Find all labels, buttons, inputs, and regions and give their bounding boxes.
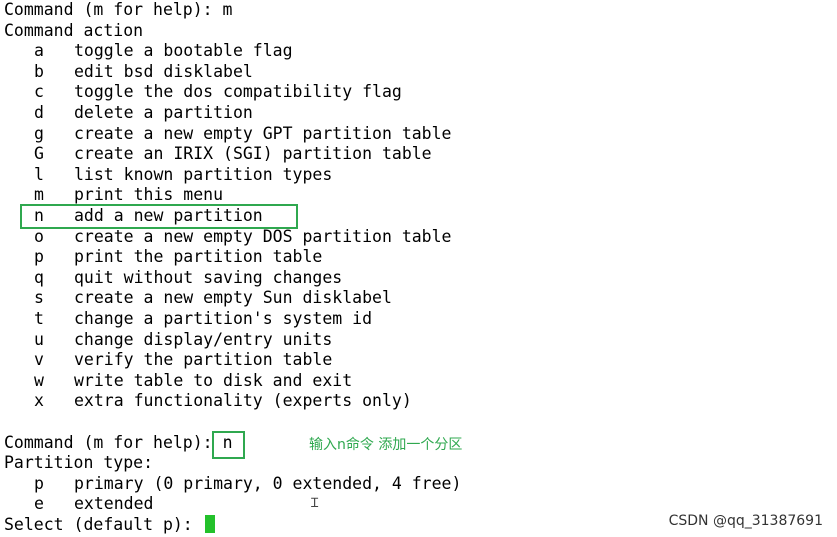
menu-key: x (34, 391, 44, 411)
text-cursor[interactable] (204, 515, 215, 533)
menu-item-w: w write table to disk and exit (4, 371, 352, 392)
menu-item-d: d delete a partition (4, 103, 253, 124)
watermark: CSDN @qq_31387691 (668, 513, 823, 529)
mouse-ibeam-cursor-icon: Ɪ (311, 496, 319, 511)
menu-item-s: s create a new empty Sun disklabel (4, 288, 392, 309)
menu-item-q: q quit without saving changes (4, 268, 342, 289)
menu-key: a (34, 41, 44, 61)
highlight-box-input-n (212, 431, 245, 459)
menu-key: t (34, 309, 44, 328)
menu-item-x: x extra functionality (experts only) (4, 391, 412, 412)
menu-item-G: Gcreate an IRIX (SGI) partition table (4, 144, 432, 165)
prompt-prefix: Command (m for help): (4, 432, 213, 452)
menu-key: v (34, 350, 44, 370)
menu-desc: create a new empty GPT partition table (74, 123, 452, 143)
menu-desc: change display/entry units (74, 329, 333, 349)
option-key: p (34, 473, 44, 493)
menu-desc: list known partition types (74, 164, 333, 184)
menu-item-p: p print the partition table (4, 247, 322, 268)
section-title: Command action (4, 20, 144, 40)
menu-key: m (34, 185, 44, 205)
menu-desc: edit bsd disklabel (74, 61, 253, 81)
menu-key: u (34, 329, 44, 349)
menu-desc: print this menu (74, 185, 224, 205)
menu-key: o (34, 226, 44, 246)
menu-item-t: t change a partition's system id (4, 309, 372, 330)
menu-desc: toggle the dos compatibility flag (74, 82, 402, 102)
menu-desc: toggle a bootable flag (74, 41, 293, 61)
prompt-line-2: Command (m for help): n (4, 433, 233, 454)
menu-item-o: o create a new empty DOS partition table (4, 227, 452, 248)
menu-item-g: g create a new empty GPT partition table (4, 124, 452, 145)
menu-item-c: c toggle the dos compatibility flag (4, 82, 402, 103)
menu-desc: write table to disk and exit (74, 370, 353, 390)
menu-desc: delete a partition (74, 103, 253, 122)
menu-key: G (34, 144, 44, 164)
menu-item-v: v verify the partition table (4, 350, 332, 371)
menu-key: p (34, 247, 44, 267)
highlight-box-menu-n (20, 204, 298, 229)
menu-key: b (34, 61, 44, 81)
menu-desc: create a new empty Sun disklabel (74, 288, 392, 308)
menu-item-m: m print this menu (4, 185, 223, 206)
menu-key: q (34, 267, 44, 287)
menu-desc: create an IRIX (SGI) partition table (74, 144, 432, 164)
menu-desc: quit without saving changes (74, 267, 343, 287)
menu-desc: change a partition's system id (74, 309, 373, 328)
menu-item-b: b edit bsd disklabel (4, 62, 253, 83)
menu-key: c (34, 82, 44, 102)
prompt-line-1: Command (m for help): m (4, 0, 233, 19)
menu-key: g (34, 123, 44, 143)
select-prompt-line[interactable]: Select (default p): (4, 515, 215, 536)
option-desc: primary (0 primary, 0 extended, 4 free) (74, 473, 462, 493)
partition-option-e: e extended (4, 494, 153, 515)
menu-desc: verify the partition table (74, 350, 333, 370)
menu-desc: extra functionality (experts only) (74, 391, 412, 411)
menu-key: s (34, 288, 44, 308)
option-desc: extended (74, 494, 154, 514)
annotation-note: 输入n命令 添加一个分区 (309, 437, 463, 453)
menu-key: d (34, 103, 44, 122)
menu-item-a: a toggle a bootable flag (4, 41, 293, 62)
partition-option-p: p primary (0 primary, 0 extended, 4 free) (4, 474, 461, 495)
menu-item-l: l list known partition types (4, 165, 332, 186)
menu-desc: create a new empty DOS partition table (74, 226, 452, 246)
menu-key: l (34, 164, 44, 184)
option-key: e (34, 494, 44, 514)
menu-key: w (34, 370, 44, 390)
menu-item-u: u change display/entry units (4, 330, 332, 351)
select-prompt: Select (default p): (4, 515, 193, 534)
menu-desc: print the partition table (74, 247, 323, 267)
partition-type-label: Partition type: (4, 453, 154, 473)
